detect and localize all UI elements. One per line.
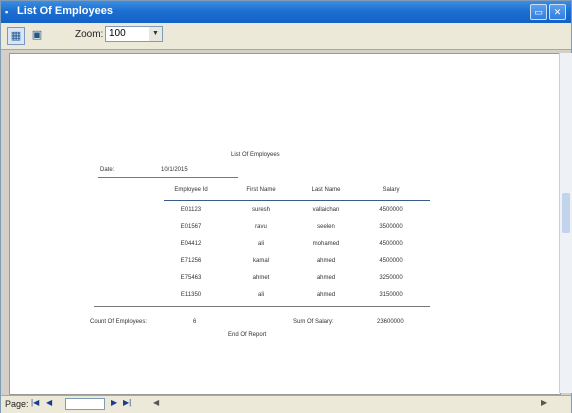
scroll-right-icon[interactable]: ▶ <box>541 398 547 407</box>
print-button[interactable]: ▦ <box>7 27 25 45</box>
sum-value: 23600000 <box>377 319 404 325</box>
sum-label: Sum Of Salary: <box>293 319 334 325</box>
cell: ali <box>257 292 264 298</box>
cell: 4500000 <box>379 241 403 247</box>
close-button[interactable]: ✕ <box>549 4 566 20</box>
export-button[interactable]: ▣ <box>29 27 45 43</box>
vertical-scrollbar[interactable] <box>559 53 572 393</box>
column-header: First Name <box>246 187 276 193</box>
column-header: Employee Id <box>174 187 208 193</box>
cell: ravu <box>255 224 267 230</box>
cell: E75463 <box>180 275 202 281</box>
cell: E04412 <box>180 241 202 247</box>
cell: ahmed <box>316 258 336 264</box>
cell: ali <box>257 241 264 247</box>
minimize-button[interactable]: ▭ <box>530 4 547 20</box>
count-label: Count Of Employees: <box>90 319 148 325</box>
app-icon: ▪ <box>5 7 9 17</box>
last-page-icon[interactable]: ▶| <box>123 398 131 407</box>
close-icon: ✕ <box>553 7 562 17</box>
export-icon: ▣ <box>31 29 43 41</box>
cell: kamal <box>252 258 269 264</box>
prev-page-icon[interactable]: ◀ <box>46 398 52 407</box>
page-navigation-bar: Page: |◀ ◀ ▶ ▶| ◀ ▶ <box>1 395 571 413</box>
cell: 4500000 <box>379 207 403 213</box>
minimize-icon: ▭ <box>534 7 543 17</box>
date-underline <box>98 177 238 178</box>
column-header: Last Name <box>311 187 341 193</box>
cell: ahmed <box>316 292 336 298</box>
column-header: Salary <box>382 187 400 193</box>
report-preview: List Of Employees Date: 10/1/2015 Employ… <box>9 53 561 395</box>
cell: 3150000 <box>379 292 403 298</box>
cell: E01567 <box>180 224 202 230</box>
title-bar: ▪ List Of Employees ▭ ✕ <box>1 1 571 23</box>
window-title: List Of Employees <box>17 5 113 17</box>
cell: vallaichan <box>312 207 340 213</box>
cell: seelen <box>317 224 335 230</box>
next-page-icon[interactable]: ▶ <box>111 398 117 407</box>
toolbar: ▦ ▣ Zoom: 100 ▼ <box>1 23 571 50</box>
cell: E71256 <box>180 258 202 264</box>
count-value: 6 <box>193 319 197 325</box>
cell: mohamed <box>312 241 340 247</box>
date-value: 10/1/2015 <box>161 167 188 173</box>
report-title: List Of Employees <box>231 152 280 158</box>
zoom-select[interactable]: 100 ▼ <box>105 26 163 42</box>
cell: E11350 <box>180 292 202 298</box>
cell: 3500000 <box>379 224 403 230</box>
print-icon: ▦ <box>10 30 22 42</box>
cell: ahmet <box>252 275 270 281</box>
zoom-label: Zoom: <box>75 29 104 40</box>
scroll-left-icon[interactable]: ◀ <box>153 398 159 407</box>
first-page-icon[interactable]: |◀ <box>31 398 39 407</box>
cell: 4500000 <box>379 258 403 264</box>
date-label: Date: <box>100 167 115 173</box>
cell: ahmed <box>316 275 336 281</box>
cell: 3250000 <box>379 275 403 281</box>
cell: suresh <box>251 207 270 213</box>
header-rule <box>164 200 430 201</box>
cell: E01123 <box>180 207 202 213</box>
report-viewer-window: ▪ List Of Employees ▭ ✕ ▦ ▣ Zoom: 100 ▼ … <box>0 0 572 413</box>
scrollbar-thumb[interactable] <box>562 193 570 233</box>
zoom-value: 100 <box>109 28 126 39</box>
page-number-input[interactable] <box>65 398 105 410</box>
end-of-report: End Of Report <box>228 332 267 338</box>
page-label: Page: <box>5 399 29 409</box>
chevron-down-icon[interactable]: ▼ <box>149 27 162 41</box>
report-page: List Of Employees Date: 10/1/2015 Employ… <box>10 54 560 394</box>
footer-rule <box>94 306 430 307</box>
